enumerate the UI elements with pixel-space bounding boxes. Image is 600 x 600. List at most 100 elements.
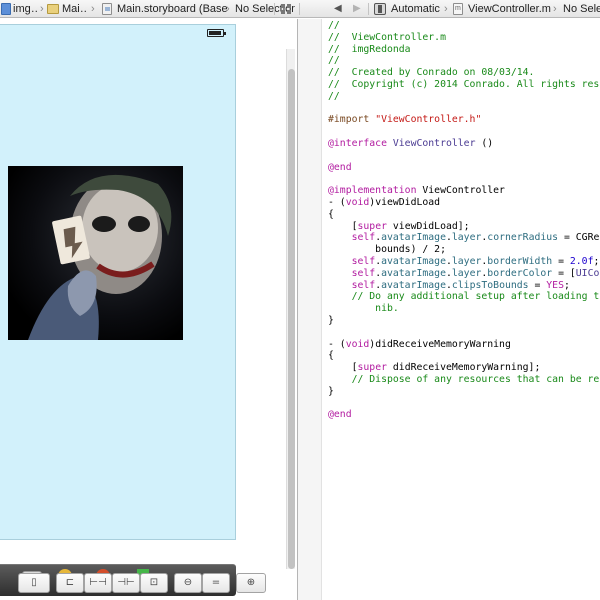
code-line[interactable]: - (void)viewDidLoad xyxy=(328,197,440,209)
code-line[interactable]: self.avatarImage.layer.borderWidth = 2.0… xyxy=(328,256,600,268)
code-token: - ( xyxy=(328,338,346,350)
scrollbar-thumb[interactable] xyxy=(288,69,295,569)
editor-gutter[interactable] xyxy=(298,19,322,600)
code-token: () xyxy=(475,138,494,149)
code-line[interactable]: [super didReceiveMemoryWarning]; xyxy=(328,362,541,374)
code-token: layer xyxy=(451,232,482,244)
jumpbar-divider xyxy=(368,3,369,15)
code-token: avatarImage xyxy=(381,256,446,267)
code-line[interactable]: // Copyright (c) 2014 Conrado. All right… xyxy=(328,79,600,91)
code-token: = xyxy=(552,256,570,267)
code-line[interactable]: // Dispose of any resources that can be … xyxy=(328,374,600,386)
crumb-editor-selection[interactable]: No Selec xyxy=(563,0,600,18)
code-line[interactable]: - (void)didReceiveMemoryWarning xyxy=(328,339,511,351)
avatar-image[interactable] xyxy=(8,166,183,340)
avatar-illustration xyxy=(28,174,172,340)
grid-icon[interactable] xyxy=(281,4,291,14)
resolve-button[interactable]: ⊣⊢ xyxy=(112,573,140,593)
code-token: )didReceiveMemoryWarning xyxy=(369,338,511,350)
forward-arrow-icon[interactable]: ▶ xyxy=(353,0,361,18)
code-editor[interactable]: //// ViewController.m// imgRedonda//// C… xyxy=(328,19,600,600)
code-line[interactable]: { xyxy=(328,209,334,221)
code-token: [ xyxy=(328,362,358,374)
code-line[interactable]: bounds) / 2; xyxy=(328,244,446,256)
code-line[interactable]: // ViewController.m xyxy=(328,32,446,44)
crumb-file[interactable]: ViewController.m xyxy=(468,0,553,18)
code-token: self xyxy=(351,279,376,291)
code-line[interactable]: self.avatarImage.layer.borderColor = [UI… xyxy=(328,268,600,280)
code-line[interactable]: } xyxy=(328,315,334,327)
code-line[interactable]: self.avatarImage.clipsToBounds = YES; xyxy=(328,280,570,292)
device-button[interactable]: ▯ xyxy=(18,573,50,593)
code-token: // xyxy=(328,55,340,67)
code-line[interactable]: #import "ViewController.h" xyxy=(328,114,481,126)
code-token: } xyxy=(328,315,334,326)
pin-button[interactable]: ⊢⊣ xyxy=(84,573,112,593)
code-token: - ( xyxy=(328,197,346,208)
chevron-right-icon: › xyxy=(226,3,230,15)
code-line[interactable]: // Created by Conrado on 08/03/14. xyxy=(328,67,534,79)
code-token: layer xyxy=(451,256,482,267)
code-token: { xyxy=(328,350,334,362)
code-line[interactable]: @end xyxy=(328,162,352,174)
code-token: // Dispose of any resources that can be … xyxy=(328,374,600,385)
code-token: } xyxy=(328,385,334,397)
code-line[interactable]: { xyxy=(328,350,334,362)
code-token: ViewController xyxy=(392,138,476,149)
zoom-out-button[interactable]: ⊖ xyxy=(174,573,202,593)
code-line[interactable]: @implementation ViewController xyxy=(328,185,505,197)
resize-button[interactable]: ⊡ xyxy=(140,573,168,593)
code-line[interactable]: [super viewDidLoad]; xyxy=(328,221,470,233)
battery-icon xyxy=(207,29,226,37)
resize-icon: ⊡ xyxy=(149,577,159,588)
code-token: [ xyxy=(328,220,358,232)
code-token: ; xyxy=(593,256,600,267)
assistant-mode-label[interactable]: Automatic xyxy=(391,0,446,18)
code-token: = xyxy=(528,279,547,291)
code-token: // xyxy=(328,20,340,31)
code-token: ViewController xyxy=(416,185,505,197)
code-token: // Created by Conrado on 08/03/14. xyxy=(328,67,535,79)
zoom-in-button[interactable]: ⊕ xyxy=(236,573,266,593)
code-line[interactable]: self.avatarImage.layer.cornerRadius = CG… xyxy=(328,232,600,244)
back-arrow-icon[interactable]: ◀ xyxy=(334,0,342,18)
code-token: @interface xyxy=(328,138,387,149)
interface-builder-canvas[interactable]: ▯ ⊏ ⊢⊣ ⊣⊢ ⊡ ⊖ = ⊕ xyxy=(0,19,296,600)
file-icon xyxy=(453,3,463,15)
crumb-storyboard[interactable]: Main.storyboard (Base) xyxy=(117,0,227,18)
code-line[interactable]: // xyxy=(328,20,340,32)
code-token: // Do any additional setup after loading… xyxy=(328,291,600,303)
code-line[interactable]: // xyxy=(328,91,340,103)
code-token: self xyxy=(351,256,376,267)
code-line[interactable]: nib. xyxy=(328,303,399,315)
code-token: )viewDidLoad xyxy=(369,197,441,208)
folder-icon xyxy=(47,4,59,14)
canvas-vertical-scrollbar[interactable] xyxy=(286,49,295,569)
code-line[interactable]: @end xyxy=(328,409,352,421)
zoom-out-icon: ⊖ xyxy=(183,577,193,588)
align-button[interactable]: ⊏ xyxy=(56,573,84,593)
chevron-right-icon: › xyxy=(444,3,448,15)
code-token: // Copyright (c) 2014 Conrado. All right… xyxy=(328,79,600,90)
crumb-project[interactable]: img… xyxy=(13,0,39,18)
code-line[interactable]: } xyxy=(328,386,334,398)
code-token: viewDidLoad]; xyxy=(387,220,470,232)
code-line[interactable]: // imgRedonda xyxy=(328,44,411,56)
code-line[interactable]: // Do any additional setup after loading… xyxy=(328,291,600,303)
zoom-in-icon: ⊕ xyxy=(246,577,256,588)
ib-bottom-toolbar: ▯ ⊏ ⊢⊣ ⊣⊢ ⊡ ⊖ = ⊕ xyxy=(18,573,266,593)
code-token: borderWidth xyxy=(487,256,553,267)
crumb-folder[interactable]: Mai… xyxy=(62,0,88,18)
code-token: @end xyxy=(328,161,352,173)
chevron-right-icon: › xyxy=(40,3,44,15)
chevron-right-icon: › xyxy=(553,3,557,15)
zoom-reset-button[interactable]: = xyxy=(202,573,230,593)
view-controller-scene[interactable] xyxy=(0,24,236,540)
code-token: nib. xyxy=(328,303,399,315)
code-line[interactable]: // xyxy=(328,55,340,67)
code-token: self xyxy=(351,267,376,279)
jump-bar: img… › Mai… › Main.storyboard (Base) › N… xyxy=(0,0,600,18)
code-line[interactable]: @interface ViewController () xyxy=(328,138,493,150)
